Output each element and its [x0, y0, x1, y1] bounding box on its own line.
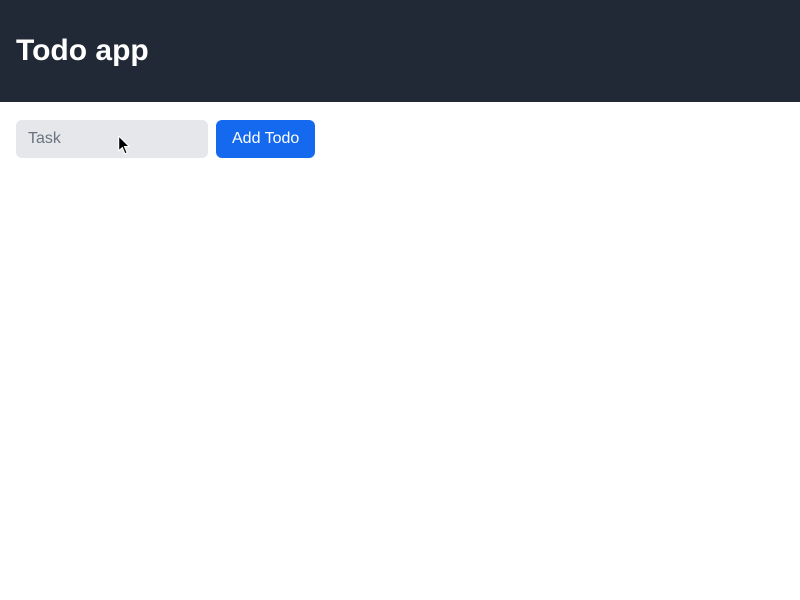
- app-header: Todo app: [0, 0, 800, 102]
- todo-form: Add Todo: [0, 102, 800, 176]
- add-todo-button[interactable]: Add Todo: [216, 120, 315, 158]
- app-title: Todo app: [16, 34, 149, 68]
- task-input[interactable]: [16, 120, 208, 158]
